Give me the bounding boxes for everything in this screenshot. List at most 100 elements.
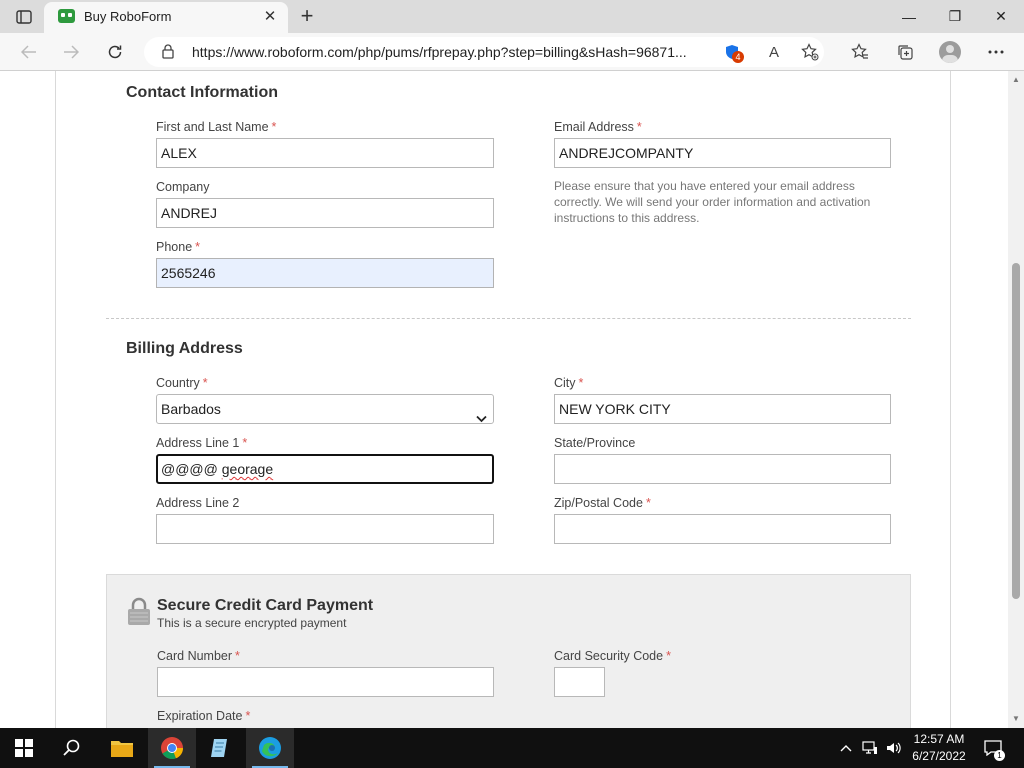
forward-button[interactable] — [56, 38, 86, 66]
notepad-icon — [211, 739, 227, 757]
new-tab-button[interactable]: + — [294, 4, 320, 30]
contact-section-title: Contact Information — [126, 84, 278, 101]
address1-label: Address Line 1 * — [156, 436, 248, 450]
required-mark: * — [202, 376, 208, 390]
required-mark: * — [636, 120, 642, 134]
padlock-icon — [127, 597, 151, 631]
network-button[interactable] — [860, 728, 880, 768]
city-input[interactable]: NEW YORK CITY — [554, 394, 891, 424]
tab-title: Buy RoboForm — [84, 9, 172, 24]
required-mark: * — [578, 376, 584, 390]
phone-input[interactable]: 2565246 — [156, 258, 494, 288]
address2-label: Address Line 2 — [156, 496, 240, 510]
email-input[interactable]: ANDREJCOMPANTY — [554, 138, 891, 168]
search-icon — [63, 739, 80, 756]
chrome-icon — [161, 737, 184, 760]
roboform-favicon-icon — [58, 9, 75, 23]
tab-actions-button[interactable] — [8, 6, 40, 28]
scroll-thumb[interactable] — [1012, 263, 1020, 599]
extension-button[interactable]: 4 — [720, 41, 744, 63]
scroll-up-icon[interactable]: ▲ — [1011, 75, 1021, 85]
clock[interactable]: 12:57 AM 6/27/2022 — [900, 731, 978, 765]
state-input[interactable] — [554, 454, 891, 484]
state-label: State/Province — [554, 436, 636, 450]
favorites-star-icon — [851, 43, 868, 59]
browser-toolbar: https://www.roboform.com/php/pums/rfprep… — [0, 33, 1024, 71]
collections-button[interactable] — [890, 38, 920, 66]
company-label: Company — [156, 180, 210, 194]
card-number-label: Card Number * — [157, 649, 240, 663]
section-divider — [106, 318, 911, 319]
security-code-input[interactable] — [554, 667, 605, 697]
tab-close-icon[interactable]: ✕ — [260, 7, 280, 27]
profile-button[interactable] — [935, 38, 965, 66]
browser-tab[interactable]: Buy RoboForm ✕ — [44, 2, 288, 33]
avatar — [939, 41, 961, 63]
security-code-label: Card Security Code * — [554, 649, 671, 663]
restore-button[interactable]: ❐ — [932, 0, 978, 33]
address1-prefix: @@@@ — [161, 461, 222, 477]
address2-input[interactable] — [156, 514, 494, 544]
payment-subtitle: This is a secure encrypted payment — [157, 616, 347, 630]
address-bar[interactable]: https://www.roboform.com/php/pums/rfprep… — [144, 37, 824, 67]
zip-input[interactable] — [554, 514, 891, 544]
address1-input[interactable]: @@@@ georage — [156, 454, 494, 484]
required-mark: * — [195, 240, 201, 254]
notification-count-badge: 1 — [994, 750, 1005, 761]
payment-section: Secure Credit Card Payment This is a sec… — [106, 574, 911, 728]
name-label: First and Last Name * — [156, 120, 277, 134]
billing-section-title: Billing Address — [126, 340, 243, 357]
folder-icon — [111, 741, 133, 757]
add-favorite-button[interactable] — [798, 41, 822, 63]
phone-label: Phone * — [156, 240, 201, 254]
extension-badge: 4 — [732, 51, 744, 63]
window-close-button[interactable]: ✕ — [978, 0, 1024, 33]
required-mark: * — [245, 709, 251, 723]
network-icon — [862, 741, 877, 754]
edge-button[interactable] — [246, 728, 294, 768]
minimize-button[interactable]: — — [886, 0, 932, 33]
required-mark: * — [235, 649, 240, 663]
collections-icon — [898, 45, 913, 60]
edge-icon — [259, 737, 281, 759]
required-mark: * — [271, 120, 277, 134]
required-mark: * — [242, 436, 248, 450]
forward-arrow-icon — [64, 45, 79, 59]
expiration-label: Expiration Date * — [157, 709, 251, 723]
page-scrollbar[interactable]: ▲ ▼ — [1008, 71, 1024, 728]
back-button[interactable] — [14, 38, 44, 66]
start-button[interactable] — [0, 728, 48, 768]
refresh-button[interactable] — [100, 38, 130, 66]
name-input[interactable]: ALEX — [156, 138, 494, 168]
clock-time: 12:57 AM — [913, 732, 965, 746]
chevron-down-icon — [476, 404, 487, 432]
favorites-button[interactable] — [845, 38, 875, 66]
card-number-input[interactable] — [157, 667, 494, 697]
email-help-text: Please ensure that you have entered your… — [554, 179, 871, 225]
taskbar: 12:57 AM 6/27/2022 1 — [0, 728, 1024, 768]
read-aloud-button[interactable]: A — [762, 41, 786, 63]
file-explorer-button[interactable] — [98, 728, 146, 768]
back-arrow-icon — [21, 45, 36, 59]
country-label: Country * — [156, 376, 208, 390]
settings-menu-button[interactable] — [981, 38, 1011, 66]
search-button[interactable] — [48, 728, 96, 768]
chrome-button[interactable] — [148, 728, 196, 768]
tab-actions-icon — [16, 10, 32, 24]
page-viewport: Contact Information First and Last Name *… — [0, 71, 1008, 728]
country-select[interactable]: Barbados — [156, 394, 494, 424]
refresh-icon — [108, 45, 122, 59]
required-mark: * — [645, 496, 651, 510]
chevron-up-icon — [840, 745, 852, 752]
notifications-button[interactable]: 1 — [980, 728, 1006, 768]
star-add-icon — [801, 43, 819, 61]
required-mark: * — [666, 649, 671, 663]
scroll-down-icon[interactable]: ▼ — [1011, 714, 1021, 724]
show-hidden-icons-button[interactable] — [836, 728, 856, 768]
zip-label: Zip/Postal Code * — [554, 496, 651, 510]
windows-logo-icon — [15, 739, 33, 757]
notepad-button[interactable] — [196, 728, 244, 768]
read-aloud-icon: A — [768, 43, 779, 61]
country-selected-value: Barbados — [161, 401, 221, 417]
company-input[interactable]: ANDREJ — [156, 198, 494, 228]
